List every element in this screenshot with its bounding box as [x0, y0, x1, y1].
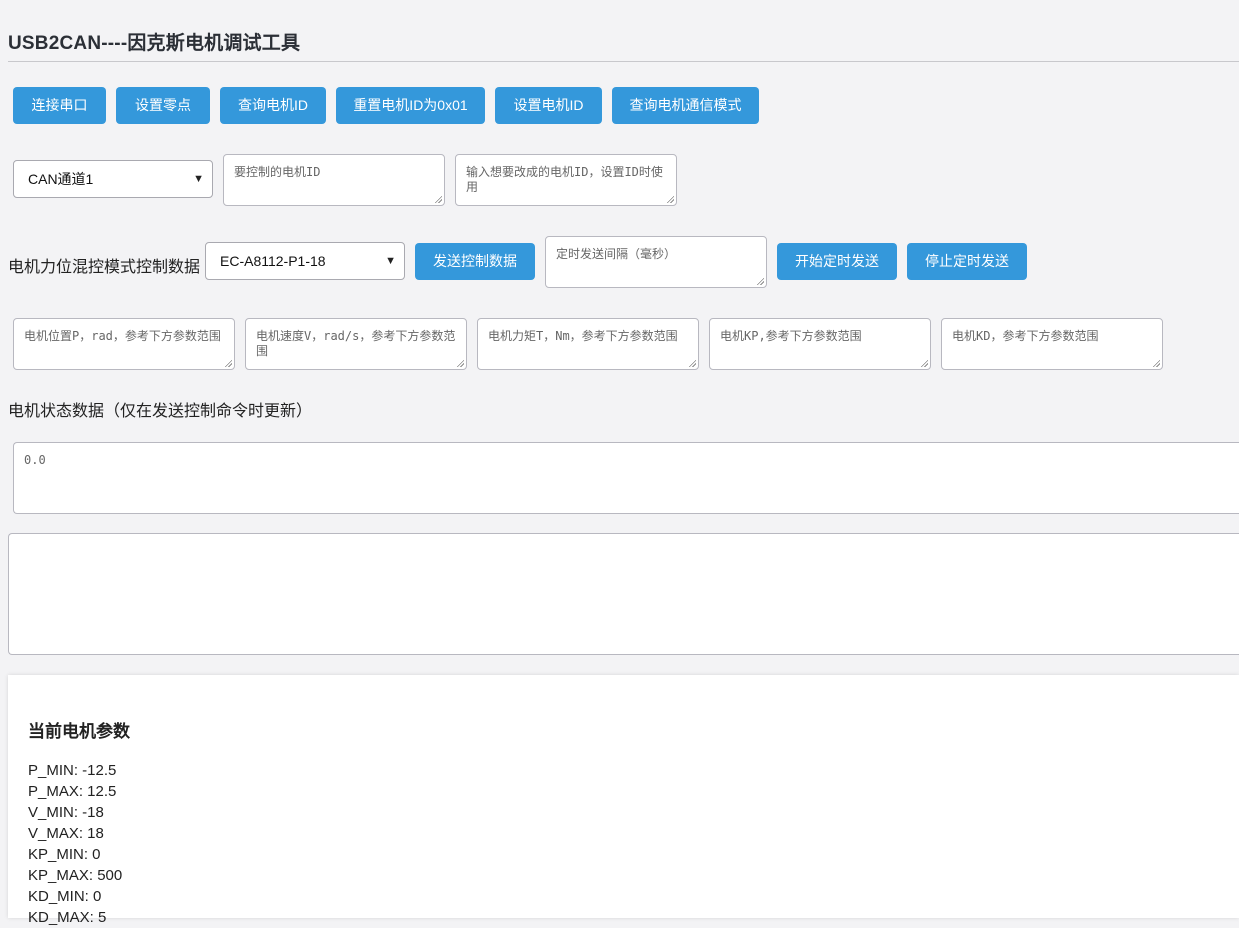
param-item: KP_MIN: 0 [28, 846, 101, 863]
kd-input[interactable]: 电机KD，参考下方参数范围 [941, 318, 1163, 370]
new-motor-id-input[interactable]: 输入想要改成的电机ID，设置ID时使用 [455, 154, 677, 206]
query-comm-mode-button[interactable]: 查询电机通信模式 [612, 87, 759, 124]
set-motor-id-button[interactable]: 设置电机ID [495, 87, 602, 124]
can-channel-value: CAN通道1 [28, 171, 94, 187]
query-motor-id-button[interactable]: 查询电机ID [220, 87, 326, 124]
param-item: V_MAX: 18 [28, 825, 104, 842]
kp-input[interactable]: 电机KP,参考下方参数范围 [709, 318, 931, 370]
param-item: V_MIN: -18 [28, 804, 104, 821]
connect-serial-button[interactable]: 连接串口 [13, 87, 106, 124]
current-params-panel: 当前电机参数 P_MIN: -12.5 P_MAX: 12.5 V_MIN: -… [8, 675, 1239, 926]
resize-grip-icon[interactable] [920, 359, 928, 367]
send-interval-input[interactable]: 定时发送间隔（毫秒） [545, 236, 767, 288]
chevron-down-icon: ▼ [193, 173, 204, 185]
motor-status-value: 0.0 [24, 453, 46, 467]
position-input[interactable]: 电机位置P，rad，参考下方参数范围 [13, 318, 235, 370]
set-zero-button[interactable]: 设置零点 [116, 87, 210, 124]
resize-grip-icon[interactable] [666, 195, 674, 203]
new-motor-id-placeholder: 输入想要改成的电机ID，设置ID时使用 [466, 165, 663, 194]
stop-timer-button[interactable]: 停止定时发送 [907, 243, 1027, 280]
app-title: USB2CAN----因克斯电机调试工具 [8, 33, 301, 54]
can-channel-select[interactable]: CAN通道1 ▼ [13, 160, 213, 198]
kp-placeholder: 电机KP,参考下方参数范围 [720, 329, 862, 343]
velocity-placeholder: 电机速度V，rad/s，参考下方参数范围 [256, 329, 456, 358]
control-data-label: 电机力位混控模式控制数据 [8, 259, 201, 276]
resize-grip-icon[interactable] [456, 359, 464, 367]
resize-grip-icon[interactable] [1152, 359, 1160, 367]
motor-model-value: EC-A8112-P1-18 [220, 253, 326, 269]
param-list: P_MIN: -12.5 P_MAX: 12.5 V_MIN: -18 V_MA… [28, 760, 122, 928]
param-item: KD_MIN: 0 [28, 888, 102, 905]
motor-status-output[interactable]: 0.0 [13, 442, 1239, 514]
resize-grip-icon[interactable] [434, 195, 442, 203]
resize-grip-icon[interactable] [688, 359, 696, 367]
velocity-input[interactable]: 电机速度V，rad/s，参考下方参数范围 [245, 318, 467, 370]
kd-placeholder: 电机KD，参考下方参数范围 [952, 329, 1099, 343]
param-item: P_MIN: -12.5 [28, 762, 117, 779]
torque-input[interactable]: 电机力矩T，Nm，参考下方参数范围 [477, 318, 699, 370]
start-timer-button[interactable]: 开始定时发送 [777, 243, 897, 280]
motor-id-input[interactable]: 要控制的电机ID [223, 154, 445, 206]
param-item: KP_MAX: 500 [28, 867, 123, 884]
param-item: P_MAX: 12.5 [28, 783, 117, 800]
motor-status-label: 电机状态数据（仅在发送控制命令时更新） [8, 403, 313, 420]
send-control-data-button[interactable]: 发送控制数据 [415, 243, 535, 280]
title-divider [8, 61, 1239, 62]
send-interval-placeholder: 定时发送间隔（毫秒） [556, 247, 677, 261]
position-placeholder: 电机位置P，rad，参考下方参数范围 [24, 329, 221, 343]
chevron-down-icon: ▼ [385, 255, 396, 267]
motor-model-select[interactable]: EC-A8112-P1-18 ▼ [205, 242, 405, 280]
resize-grip-icon[interactable] [224, 359, 232, 367]
reset-motor-id-button[interactable]: 重置电机ID为0x01 [336, 87, 485, 124]
torque-placeholder: 电机力矩T，Nm，参考下方参数范围 [488, 329, 678, 343]
log-output[interactable] [8, 533, 1239, 655]
motor-id-placeholder: 要控制的电机ID [234, 165, 321, 179]
resize-grip-icon[interactable] [756, 277, 764, 285]
current-params-title: 当前电机参数 [28, 722, 130, 741]
